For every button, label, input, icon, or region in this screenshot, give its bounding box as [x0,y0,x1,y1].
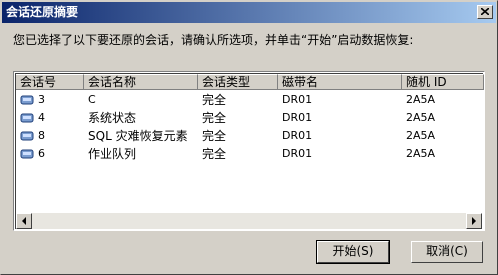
cell-tape-name: DR01 [282,111,313,124]
cell-tape-name: DR01 [282,129,313,142]
cell-session-name: 作业队列 [88,147,137,161]
cell-session-name: C [88,93,96,106]
column-header-random-id[interactable]: 随机 ID [402,74,484,90]
close-button[interactable] [477,5,493,19]
cell-random-id: 2A5A [406,129,436,142]
column-header-session-name[interactable]: 会话名称 [84,74,198,90]
cell-session-number: 4 [38,111,45,124]
column-header-session-number[interactable]: 会话号 [16,74,84,90]
cell-session-number: 3 [38,93,45,106]
cell-session-type: 完全 [202,147,227,161]
horizontal-scrollbar[interactable] [16,213,482,229]
column-header-tape-name[interactable]: 磁带名 [278,74,402,90]
cell-session-number: 8 [38,129,45,142]
session-icon [20,95,34,105]
cell-random-id: 2A5A [406,147,436,160]
scroll-right-button[interactable] [466,213,482,229]
cell-session-number: 6 [38,147,45,160]
arrow-left-icon [22,217,26,225]
session-icon [20,113,34,123]
cell-random-id: 2A5A [406,93,436,106]
list-header: 会话号 会话名称 会话类型 磁带名 随机 ID [16,74,484,90]
cell-session-type: 完全 [202,93,227,107]
cancel-button[interactable]: 取消(C) [411,241,483,263]
close-icon [481,8,489,15]
start-button[interactable]: 开始(S) [316,240,390,264]
table-row[interactable]: 8 SQL 灾难恢复元素 完全 DR01 2A5A [16,127,484,145]
table-row[interactable]: 6 作业队列 完全 DR01 2A5A [16,145,484,163]
session-restore-summary-dialog: 会话还原摘要 您已选择了以下要还原的会话，请确认所选项，并单击“开始”启动数据恢… [0,0,498,275]
instruction-text: 您已选择了以下要还原的会话，请确认所选项，并单击“开始”启动数据恢复: [13,33,414,47]
cell-session-type: 完全 [202,129,227,143]
table-row[interactable]: 3 C 完全 DR01 2A5A [16,91,484,109]
cell-tape-name: DR01 [282,93,313,106]
cell-tape-name: DR01 [282,147,313,160]
cell-random-id: 2A5A [406,111,436,124]
session-icon [20,149,34,159]
table-row[interactable]: 4 系统状态 完全 DR01 2A5A [16,109,484,127]
cell-session-name: SQL 灾难恢复元素 [88,129,188,143]
window-title: 会话还原摘要 [6,5,79,19]
cell-session-type: 完全 [202,111,227,125]
column-header-session-type[interactable]: 会话类型 [198,74,278,90]
arrow-right-icon [472,217,476,225]
scroll-left-button[interactable] [16,213,32,229]
session-icon [20,131,34,141]
cell-session-name: 系统状态 [88,111,137,125]
title-bar: 会话还原摘要 [2,2,496,23]
session-list[interactable]: 会话号 会话名称 会话类型 磁带名 随机 ID 3 C 完全 DR01 2A5A [13,71,485,231]
